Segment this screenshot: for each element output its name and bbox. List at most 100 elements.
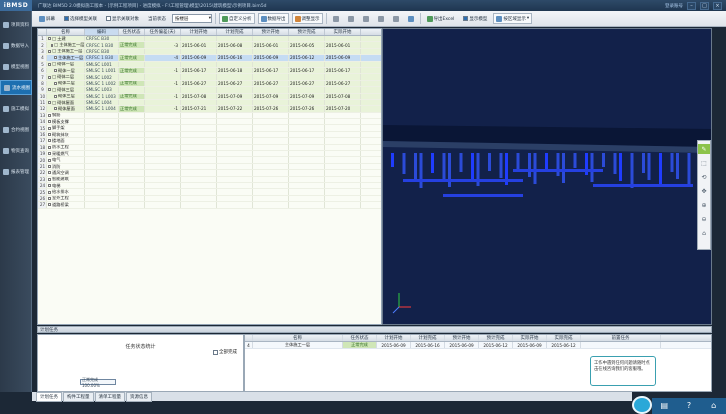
viewport-tool-icon[interactable]: ⊕ [698,200,710,210]
home-button[interactable]: 屏幕 [36,13,58,24]
close-button[interactable]: × [713,1,722,10]
detail-column-header[interactable]: 预计开始 [445,335,479,341]
cell-name: 给水排水 [47,189,85,195]
detail-column-header[interactable]: 实际开始 [513,335,547,341]
row-checkbox-icon[interactable] [48,49,51,53]
detail-column-header[interactable]: 名称 [253,335,343,341]
export-excel-button[interactable]: 导出Excel [424,13,458,24]
row-checkbox-icon[interactable] [48,190,51,194]
row-checkbox-icon[interactable] [48,62,51,66]
viewport-tool-icon[interactable]: ⬚ [698,158,710,168]
column-header[interactable]: 计划开始 [181,29,217,35]
viewport-tool-icon[interactable]: ⟲ [698,172,710,182]
row-checkbox-icon[interactable] [54,81,57,85]
sidebar-item[interactable]: 项目资料 [0,17,32,32]
detail-column-header[interactable]: 计划完成 [411,335,445,341]
row-checkbox-icon[interactable] [48,126,51,130]
detail-column-header[interactable]: 任务状态 [343,335,377,341]
row-checkbox-icon[interactable] [48,203,51,207]
column-header[interactable]: 实际开始 [325,29,361,35]
menu-icon[interactable]: ▤ [658,400,670,412]
bottom-tab[interactable]: 计划任务 [36,391,62,402]
column-header[interactable]: 编码 [85,29,119,35]
sidebar-item[interactable]: 施工模拟 [0,101,32,116]
export-data-button[interactable]: 数据导出 [257,13,289,24]
refresh-button[interactable] [405,13,417,24]
copy-button[interactable] [345,13,357,24]
detail-column-header[interactable] [245,335,253,341]
print-button[interactable] [360,13,372,24]
bottom-tab[interactable]: 资源信息 [126,391,152,402]
detail-column-header[interactable]: 预计完成 [479,335,513,341]
bottom-tab[interactable]: 清单工程量 [94,391,125,402]
minimize-button[interactable]: – [687,1,696,10]
bottom-tab[interactable]: 构件工程量 [63,391,94,402]
show-model-toggle[interactable]: 显示模型 [460,13,490,24]
sidebar-item-label: 物资查询 [11,148,29,154]
home-icon[interactable]: ⌂ [708,400,720,412]
detail-row[interactable]: 4 主体施工一层 正常完成 2015-06-09 2015-06-16 2015-06-0… [245,342,711,349]
row-checkbox-icon[interactable] [54,56,57,60]
column-header[interactable]: 任务偏差(天) [145,29,181,35]
all-complete-toggle[interactable]: 全部完成 [213,349,237,355]
cell-ef [289,176,325,182]
row-checkbox-icon[interactable] [48,101,51,105]
column-header[interactable]: 计划完成 [217,29,253,35]
row-checkbox-icon[interactable] [51,43,53,47]
sidebar-item[interactable]: 物资查询 [0,143,32,158]
table-row[interactable]: 27 道路桥梁 [38,202,381,209]
row-checkbox-icon[interactable] [54,94,57,98]
adjust-display-button[interactable]: 调整显示 [291,13,323,24]
sidebar-item[interactable]: 模型视图 [0,59,32,74]
row-checkbox-icon[interactable] [48,139,51,143]
sidebar-item[interactable]: 流水视图 [0,80,32,95]
model-link-toggle[interactable]: 选择模型关联 [61,13,100,24]
row-checkbox-icon[interactable] [48,158,51,162]
maximize-button[interactable]: □ [700,1,709,10]
row-checkbox-icon[interactable] [48,133,51,137]
viewport-tool-icon[interactable]: ⊖ [698,214,710,224]
row-checkbox-icon[interactable] [48,120,51,124]
column-header[interactable]: 预计开始 [253,29,289,35]
viewport-tool-icon[interactable]: ✥ [698,186,710,196]
column-header[interactable] [38,29,47,35]
column-header[interactable]: 任务状态 [119,29,145,35]
row-checkbox-icon[interactable] [48,75,51,79]
sidebar-item[interactable]: 数据导入 [0,38,32,53]
row-checkbox-icon[interactable] [48,88,51,92]
model-viewport[interactable]: ✎ ⬚ ⟲ ✥ ⊕ ⊖ ⌂ [382,28,712,325]
column-header[interactable]: 预计完成 [289,29,325,35]
row-checkbox-icon[interactable] [48,196,51,200]
row-checkbox-icon[interactable] [48,165,51,168]
row-checkbox-icon[interactable] [54,69,57,73]
custom-analysis-button[interactable]: 自定义分析 [219,13,255,24]
row-checkbox-icon[interactable] [48,152,51,156]
sidebar-item[interactable]: 合约视图 [0,122,32,137]
area-display-button[interactable]: 按区域显示 ▾ [493,13,533,24]
status-select[interactable]: 按楼层 ▾ [172,14,212,23]
help-icon[interactable]: ? [683,400,695,412]
sidebar-item[interactable]: 报表管理 [0,164,32,179]
viewport-tool-icon[interactable]: ⌂ [698,228,710,238]
row-checkbox-icon[interactable] [48,113,51,117]
row-checkbox-icon[interactable] [48,171,51,175]
row-checkbox-icon[interactable] [48,184,51,188]
row-checkbox-icon[interactable] [48,177,51,181]
chat-assistant-icon[interactable] [632,396,652,414]
viewport-tool-icon[interactable]: ✎ [698,144,710,154]
layout-button[interactable] [390,13,402,24]
detail-column-header[interactable]: 前置任务 [581,335,661,341]
column-header[interactable]: 名称 [47,29,85,35]
row-checkbox-icon[interactable] [48,37,51,41]
detail-column-header[interactable]: 计划开始 [377,335,411,341]
row-checkbox-icon[interactable] [54,107,57,111]
row-checkbox-icon[interactable] [48,145,51,149]
filter-button[interactable] [330,13,342,24]
cell-as: 2015-06-27 [325,80,361,87]
cell-pf: 2015-06-16 [217,55,253,61]
search-icon [3,147,9,154]
login-link[interactable]: 登录账号 [665,3,683,9]
detail-column-header[interactable]: 实际完成 [547,335,581,341]
show-linked-toggle[interactable]: 显示关联对象 [103,13,142,24]
table-button[interactable] [375,13,387,24]
